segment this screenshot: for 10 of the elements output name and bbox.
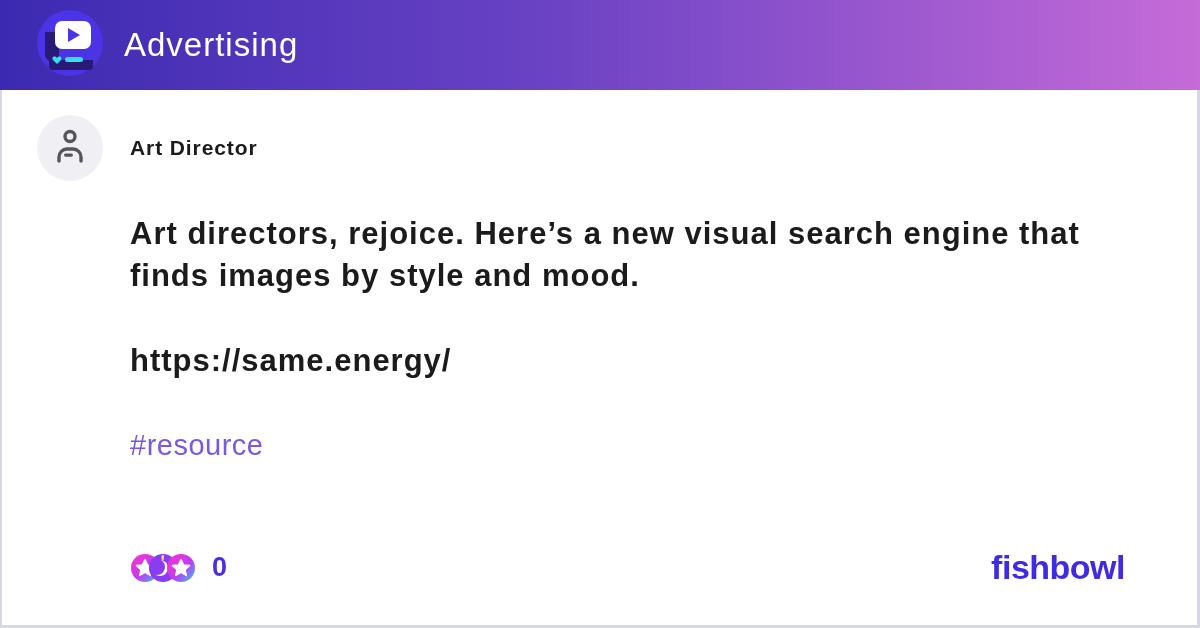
- author-name[interactable]: Art Director: [130, 136, 258, 160]
- play-logo-icon: [37, 10, 103, 76]
- reaction-count: 0: [212, 552, 228, 583]
- star-reaction-icon: [167, 553, 195, 582]
- channel-title: Advertising: [124, 26, 299, 64]
- post-link[interactable]: https://same.energy/: [130, 340, 452, 382]
- brand-logo: fishbowl: [991, 548, 1125, 587]
- hashtag-link[interactable]: #resource: [130, 425, 264, 465]
- post-text: Art directors, rejoice. Here’s a new visual search engine that finds images by style and mood.: [130, 215, 1081, 295]
- user-avatar-icon: [37, 115, 103, 181]
